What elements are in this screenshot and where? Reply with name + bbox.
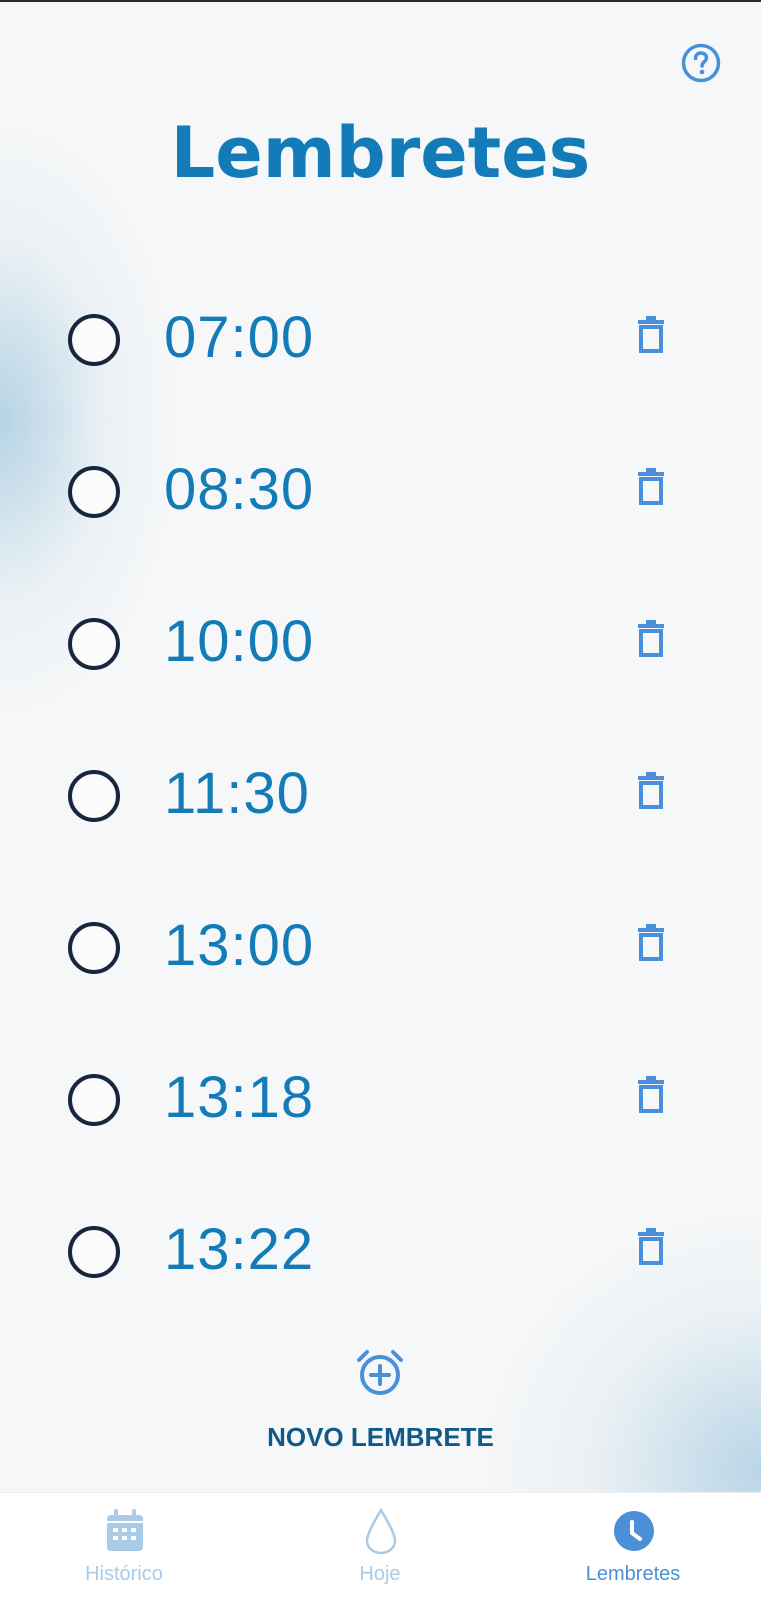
reminder-row: 13:22 bbox=[0, 1202, 761, 1354]
alarm-add-icon[interactable] bbox=[355, 1348, 405, 1398]
nav-item-hoje[interactable]: Hoje bbox=[280, 1493, 480, 1600]
status-divider bbox=[0, 0, 761, 2]
reminder-time[interactable]: 13:18 bbox=[164, 1064, 314, 1131]
calendar-icon bbox=[107, 1509, 143, 1551]
reminder-radio[interactable] bbox=[68, 618, 120, 670]
reminder-time[interactable]: 13:22 bbox=[164, 1216, 314, 1283]
reminder-time[interactable]: 07:00 bbox=[164, 304, 314, 371]
reminder-radio[interactable] bbox=[68, 1074, 120, 1126]
reminder-time[interactable]: 08:30 bbox=[164, 456, 314, 523]
reminder-radio[interactable] bbox=[68, 1226, 120, 1278]
reminder-radio[interactable] bbox=[68, 466, 120, 518]
reminder-row: 10:00 bbox=[0, 594, 761, 746]
page-title: Lembretes bbox=[170, 112, 591, 194]
reminder-row: 13:00 bbox=[0, 898, 761, 1050]
help-circle-icon[interactable] bbox=[681, 43, 721, 83]
bottom-nav: Histórico Hoje Lembretes bbox=[0, 1492, 761, 1600]
reminder-time[interactable]: 11:30 bbox=[164, 760, 310, 827]
nav-label: Histórico bbox=[85, 1563, 163, 1585]
trash-icon[interactable] bbox=[636, 468, 666, 506]
new-reminder-button[interactable]: NOVO LEMBRETE bbox=[0, 1422, 761, 1453]
reminder-row: 11:30 bbox=[0, 746, 761, 898]
reminder-row: 13:18 bbox=[0, 1050, 761, 1202]
reminder-time[interactable]: 13:00 bbox=[164, 912, 314, 979]
nav-item-historico[interactable]: Histórico bbox=[24, 1493, 224, 1600]
nav-item-lembretes[interactable]: Lembretes bbox=[533, 1493, 733, 1600]
reminder-row: 07:00 bbox=[0, 290, 761, 442]
reminder-radio[interactable] bbox=[68, 770, 120, 822]
trash-icon[interactable] bbox=[636, 316, 666, 354]
reminder-time[interactable]: 10:00 bbox=[164, 608, 314, 675]
trash-icon[interactable] bbox=[636, 1228, 666, 1266]
nav-label: Hoje bbox=[359, 1563, 401, 1585]
trash-icon[interactable] bbox=[636, 1076, 666, 1114]
clock-icon bbox=[614, 1511, 654, 1551]
reminder-radio[interactable] bbox=[68, 314, 120, 366]
water-drop-icon bbox=[365, 1507, 397, 1555]
trash-icon[interactable] bbox=[636, 772, 666, 810]
trash-icon[interactable] bbox=[636, 620, 666, 658]
reminder-radio[interactable] bbox=[68, 922, 120, 974]
nav-label: Lembretes bbox=[585, 1563, 681, 1585]
reminder-list: 07:00 08:30 10:00 11:30 13:00 13:18 13:2… bbox=[0, 290, 761, 1354]
trash-icon[interactable] bbox=[636, 924, 666, 962]
reminder-row: 08:30 bbox=[0, 442, 761, 594]
